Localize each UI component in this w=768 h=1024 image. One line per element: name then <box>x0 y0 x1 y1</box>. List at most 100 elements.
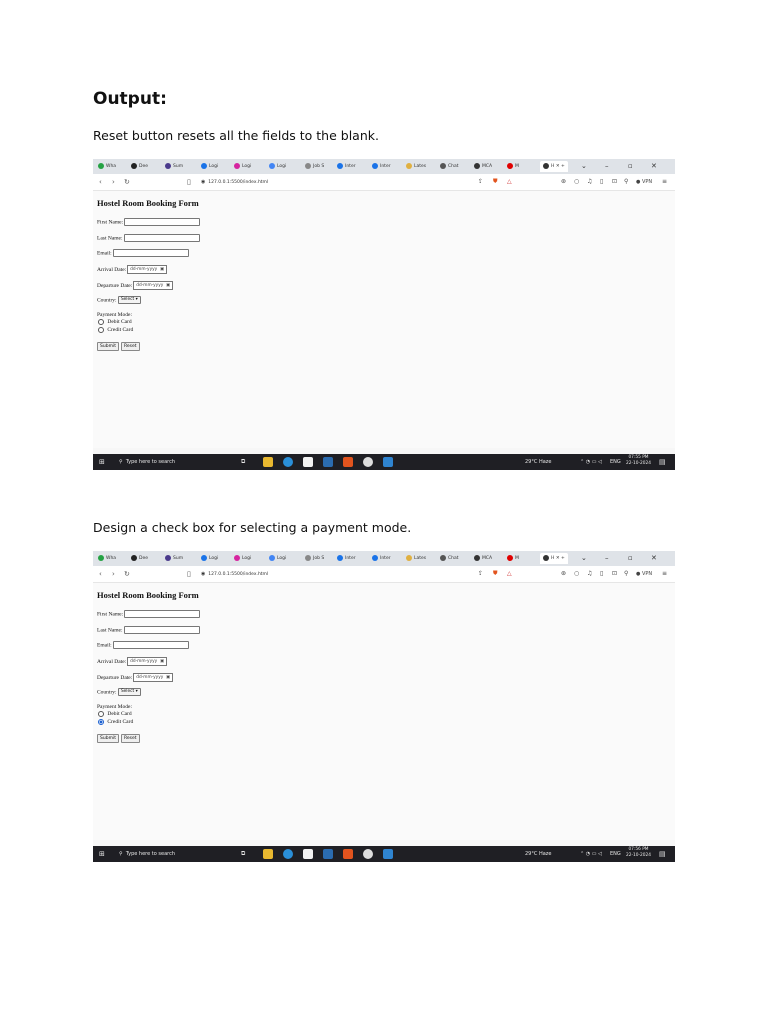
mail-icon[interactable] <box>323 849 333 859</box>
close-tab-icon[interactable]: ✕ + <box>554 556 565 561</box>
edge-icon[interactable] <box>283 849 293 859</box>
forward-icon[interactable]: › <box>112 569 115 579</box>
browser-tab[interactable]: MCA <box>474 161 492 172</box>
debit-option[interactable]: Debit Card <box>97 318 132 326</box>
tray-icons[interactable]: ⌃ ◔ ▭ ◁ <box>580 849 602 859</box>
task-view-icon[interactable]: ⧉ <box>241 849 245 859</box>
vpn-badge[interactable]: ● VPN <box>636 569 652 579</box>
taskbar-search[interactable]: ⚲ Type here to search <box>119 457 175 467</box>
share-icon[interactable]: ⇪ <box>478 177 483 187</box>
menu-icon[interactable]: ≡ <box>662 177 667 187</box>
bookmark-icon[interactable]: ▯ <box>187 569 191 579</box>
settings-icon[interactable] <box>363 849 373 859</box>
departure-date-input[interactable]: dd-mm-yyyy ▣ <box>133 673 174 682</box>
minimize-icon[interactable]: – <box>605 553 609 564</box>
mail-icon[interactable] <box>323 457 333 467</box>
back-icon[interactable]: ‹ <box>99 177 102 187</box>
zoom-icon[interactable]: ⚲ <box>624 569 628 579</box>
browser-tab[interactable]: Chat <box>440 553 459 564</box>
file-explorer-icon[interactable] <box>263 457 273 467</box>
reload-icon[interactable]: ↻ <box>124 177 130 187</box>
browser-tab[interactable]: Logi <box>269 161 286 172</box>
browser-tab[interactable]: Sum <box>165 161 183 172</box>
reload-icon[interactable]: ↻ <box>124 569 130 579</box>
clock[interactable]: 07:55 PM 22-10-2024 <box>626 455 651 467</box>
notification-icon[interactable]: ▤ <box>659 849 666 859</box>
vscode-icon[interactable] <box>383 849 393 859</box>
close-tab-icon[interactable]: ✕ + <box>554 164 565 169</box>
browser-tab[interactable]: Inter <box>372 161 391 172</box>
browser-tab[interactable]: Wha <box>98 161 116 172</box>
browser-tab[interactable]: M <box>507 553 519 564</box>
country-select[interactable]: Select ▾ <box>117 688 141 696</box>
arrival-date-input[interactable]: dd-mm-yyyy ▣ <box>127 657 167 666</box>
browser-tab[interactable]: Lates <box>406 553 426 564</box>
sidebar-icon[interactable]: ▯ <box>600 569 603 579</box>
credit-radio[interactable] <box>98 718 105 725</box>
debit-radio[interactable] <box>98 318 105 325</box>
browser-tab[interactable]: M <box>507 161 519 172</box>
browser-tab[interactable]: Job S <box>305 553 324 564</box>
extension-icon[interactable]: ⊛ <box>561 569 566 579</box>
credit-option[interactable]: Credit Card <box>97 326 133 334</box>
first-name-input[interactable] <box>124 610 201 618</box>
restore-icon[interactable]: ▫ <box>628 553 633 564</box>
browser-tab[interactable]: Logi <box>201 553 218 564</box>
store-icon[interactable] <box>303 849 313 859</box>
browser-tab[interactable]: Sum <box>165 553 183 564</box>
last-name-input[interactable] <box>123 234 200 242</box>
restore-icon[interactable]: ▫ <box>628 161 633 172</box>
brave-icon[interactable] <box>343 457 353 467</box>
submit-button[interactable]: Submit <box>97 734 119 743</box>
bookmark-icon[interactable]: ▯ <box>187 177 191 187</box>
browser-tab[interactable]: Wha <box>98 553 116 564</box>
language-indicator[interactable]: ENG <box>610 849 621 859</box>
tab-list-icon[interactable]: ⌄ <box>581 161 587 172</box>
first-name-input[interactable] <box>124 218 201 226</box>
reset-button[interactable]: Reset <box>120 734 140 743</box>
country-select[interactable]: Select ▾ <box>117 296 141 304</box>
arrival-date-input[interactable]: dd-mm-yyyy ▣ <box>127 265 167 274</box>
close-window-icon[interactable]: ✕ <box>651 161 657 172</box>
vpn-badge[interactable]: ● VPN <box>636 177 652 187</box>
browser-tab[interactable]: Inter <box>337 553 356 564</box>
address-bar[interactable]: ◉ 127.0.0.1:5500/index.html <box>201 177 521 187</box>
reset-button[interactable]: Reset <box>120 342 140 351</box>
tab-list-icon[interactable]: ⌄ <box>581 553 587 564</box>
share-icon[interactable]: ⇪ <box>478 569 483 579</box>
sidebar-icon[interactable]: ▯ <box>600 177 603 187</box>
zoom-icon[interactable]: ⚲ <box>624 177 628 187</box>
music-icon[interactable]: ♫ <box>587 569 592 579</box>
extension-icon[interactable]: ⊛ <box>561 177 566 187</box>
forward-icon[interactable]: › <box>112 177 115 187</box>
browser-tab[interactable]: H ✕ + <box>540 161 568 172</box>
browser-tab[interactable]: Inter <box>372 553 391 564</box>
debit-option[interactable]: Debit Card <box>97 710 132 718</box>
windows-start-icon[interactable]: ⊞ <box>99 457 105 467</box>
vscode-icon[interactable] <box>383 457 393 467</box>
notification-icon[interactable]: ▤ <box>659 457 666 467</box>
tray-icons[interactable]: ⌃ ◔ ▭ ◁ <box>580 457 602 467</box>
menu-icon[interactable]: ≡ <box>662 569 667 579</box>
browser-tab[interactable]: Logi <box>269 553 286 564</box>
brave-shield-icon[interactable]: ⛊ <box>493 569 498 579</box>
browser-tab[interactable]: Dee <box>131 161 148 172</box>
file-explorer-icon[interactable] <box>263 849 273 859</box>
downloads-icon[interactable]: ⊡ <box>612 569 617 579</box>
browser-tab[interactable]: Logi <box>234 553 251 564</box>
downloads-icon[interactable]: ⊡ <box>612 177 617 187</box>
weather[interactable]: 29°C Haze <box>525 849 551 859</box>
address-bar[interactable]: ◉ 127.0.0.1:5500/index.html <box>201 569 521 579</box>
store-icon[interactable] <box>303 457 313 467</box>
task-view-icon[interactable]: ⧉ <box>241 457 245 467</box>
debit-radio[interactable] <box>98 710 105 717</box>
weather[interactable]: 29°C Haze <box>525 457 551 467</box>
credit-option[interactable]: Credit Card <box>97 718 133 726</box>
browser-tab[interactable]: Dee <box>131 553 148 564</box>
language-indicator[interactable]: ENG <box>610 457 621 467</box>
clock[interactable]: 07:56 PM 22-10-2024 <box>626 847 651 859</box>
brave-rewards-icon[interactable]: △ <box>507 177 512 187</box>
settings-icon[interactable] <box>363 457 373 467</box>
departure-date-input[interactable]: dd-mm-yyyy ▣ <box>133 281 174 290</box>
browser-tab[interactable]: Inter <box>337 161 356 172</box>
